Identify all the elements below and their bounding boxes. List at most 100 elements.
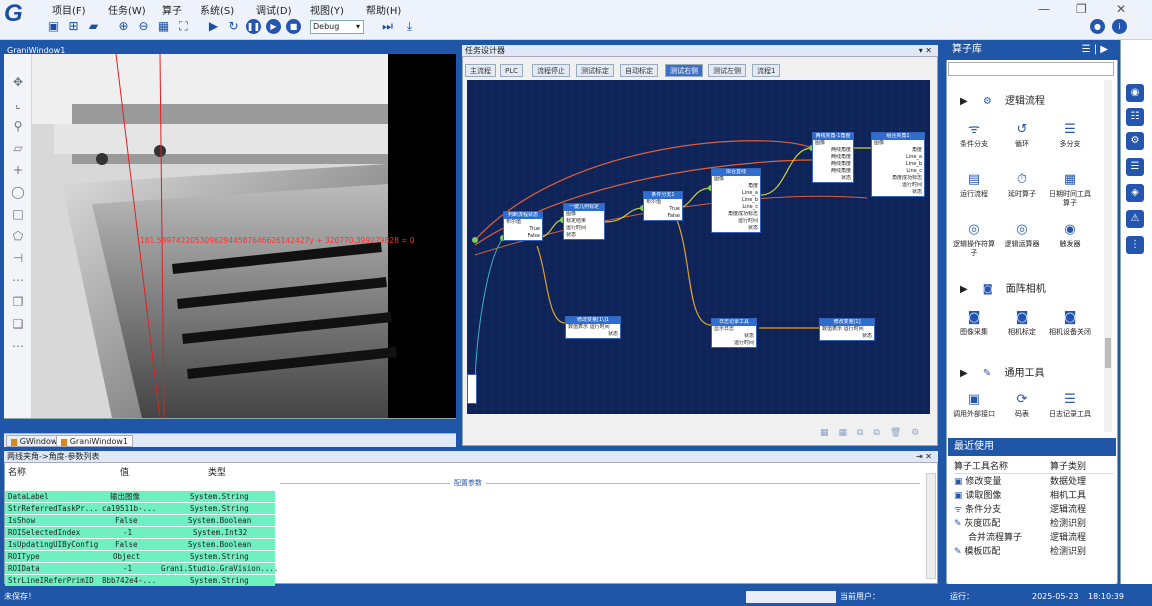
flow-node-judge-state[interactable]: 判断流程状态 布尔值 True False (503, 211, 543, 241)
download-icon[interactable]: ⤓ (402, 19, 417, 34)
flow-tab-main[interactable]: 主流程 (465, 64, 496, 77)
step-icon[interactable]: ▶ (266, 19, 281, 34)
close-icon[interactable]: ✕ (1130, 44, 1138, 55)
op-condition-branch[interactable]: ᯤ 条件分支 (952, 122, 996, 149)
param-scrollbar[interactable] (926, 473, 936, 579)
checklist-icon[interactable]: ☷ (1126, 108, 1144, 126)
warning-icon[interactable]: ⚠ (1126, 210, 1144, 228)
recent-row[interactable]: ▣ 读取图像 相机工具 (954, 489, 1114, 503)
tab-gwindow[interactable]: ▆ GWindow (6, 435, 63, 447)
close-icon[interactable]: ⇥ ✕ (916, 451, 932, 462)
flow-node-partial[interactable] (467, 374, 477, 404)
menu-help[interactable]: 帮助(H) (366, 2, 401, 17)
menu-operator[interactable]: 算子 (162, 2, 182, 17)
flow-tab-auto-calib[interactable]: 自动标定 (620, 64, 658, 77)
zoom-in-icon[interactable]: ⊕ (116, 19, 131, 34)
more-icon[interactable]: ⋯ (10, 338, 26, 354)
flow-node-modify-var-b[interactable]: 修改变量[1] 数值表示 运行时间 状态 (819, 318, 875, 341)
magnify-icon[interactable]: ⚲ (10, 118, 26, 134)
info-icon[interactable]: i (1112, 19, 1127, 34)
recent-row[interactable]: ᯤ 条件分支 逻辑流程 (954, 503, 1114, 517)
flow-tab-stop[interactable]: 流程停止 (532, 64, 570, 77)
op-multi-branch[interactable]: ☰ 多分支 (1048, 122, 1092, 149)
menu-task[interactable]: 任务(W) (108, 2, 146, 17)
recent-row[interactable]: ✎ 灰度匹配 检测识别 (954, 517, 1114, 531)
param-row[interactable]: IsUpdatingUIByConfig False System.Boolean (5, 539, 275, 550)
close-icon[interactable]: ✕ (1116, 2, 1126, 16)
menu-view[interactable]: 视图(Y) (310, 2, 344, 17)
circle-roi-icon[interactable]: ◯ (10, 184, 26, 200)
menu-project[interactable]: 项目(F) (52, 2, 86, 17)
close-icon[interactable]: ▾ ✕ (919, 45, 932, 56)
flow-tab-flow1[interactable]: 流程1 (752, 64, 781, 77)
section-general-tools[interactable]: ▶ ✎ 通用工具 (960, 364, 1044, 379)
op-trigger[interactable]: ◉ 触发器 (1048, 222, 1092, 249)
zoom-out-icon[interactable]: ⊖ (136, 19, 151, 34)
flow-tab-test-calib[interactable]: 测试标定 (576, 64, 614, 77)
settings-icon[interactable]: ⚙ (1126, 132, 1144, 150)
polygon-roi-icon[interactable]: ⬠ (10, 228, 26, 244)
debug-select[interactable]: Debug ▾ (310, 20, 364, 34)
fullscreen-icon[interactable]: ⛶ (176, 19, 191, 34)
param-row[interactable]: StrLineIReferPrimID 8bb742e4-... System.St… (5, 575, 275, 586)
flow-node-geometry-calib[interactable]: 一键几何标定 图像 标定结果 运行时间 状态 (563, 203, 605, 240)
canvas-tool-icons[interactable]: ▦▦⧉⧉🗑⚙ (820, 428, 929, 438)
flow-tab-test-right[interactable]: 测试右侧 (665, 64, 703, 77)
flow-node-fit-line[interactable]: 拟合直线 图像 角度 Line_a Line_b Line_c 角度成功标志 运… (711, 168, 761, 233)
op-camera-calib[interactable]: ◙ 相机标定 (1000, 310, 1044, 337)
layers-icon[interactable]: ◈ (1126, 184, 1144, 202)
save-icon[interactable]: ▣ (46, 19, 61, 34)
line-roi-icon[interactable]: ⊣ (10, 250, 26, 266)
tab-graniwindow1[interactable]: ▆ GraniWindow1 (56, 435, 134, 447)
rect-roi-icon[interactable]: □ (10, 206, 26, 222)
move-icon[interactable]: ✥ (10, 74, 26, 90)
minimize-icon[interactable]: — (1038, 2, 1050, 16)
flow-node-two-line-angle[interactable]: 两线夹角-1角度 图像 两线角度 两线角度 两线角度 两线角度 状态 (812, 132, 854, 183)
user-icon[interactable]: ● (1090, 19, 1105, 34)
param-row[interactable]: IsShow False System.Boolean (5, 515, 275, 526)
op-delay[interactable]: ⏱ 延时算子 (1000, 172, 1044, 199)
recent-row[interactable]: ✎ 模板匹配 检测识别 (954, 545, 1114, 559)
operator-icon[interactable]: ◉ (1126, 84, 1144, 102)
paste-icon[interactable]: ❏ (10, 316, 26, 332)
menu-system[interactable]: 系统(S) (200, 2, 234, 17)
recent-row[interactable]: 合并流程算子 逻辑流程 (954, 531, 1114, 545)
axis-icon[interactable]: ⌞ (10, 96, 26, 112)
library-scrollbar[interactable] (1104, 80, 1112, 432)
param-row[interactable]: DataLabel 输出图像 System.String (5, 491, 275, 502)
flow-node-modify-var-a[interactable]: 修改变量[1\]1 数值表示 运行时间 状态 (565, 316, 621, 339)
op-stopwatch[interactable]: ⟳ 码表 (1000, 392, 1044, 419)
image-view[interactable]: 181.58974220530962944587646626142427y + … (32, 54, 456, 418)
op-image-capture[interactable]: ◙ 图像采集 (952, 310, 996, 337)
op-camera-close[interactable]: ◙ 相机设备关闭 (1048, 310, 1092, 337)
restore-icon[interactable]: ❐ (1076, 2, 1087, 16)
flow-node-log-tool[interactable]: 日志记录工具 显示日志 状态 运行时间 (711, 318, 757, 348)
point-icon[interactable]: + (10, 162, 26, 178)
library-search-input[interactable] (948, 62, 1114, 76)
recent-row[interactable]: ▣ 修改变量 数据处理 (954, 475, 1114, 489)
ruler-icon[interactable]: ▱ (10, 140, 26, 156)
fit-icon[interactable]: ▦ (156, 19, 171, 34)
op-run-flow[interactable]: ▤ 运行流程 (952, 172, 996, 199)
copy-icon[interactable]: ❐ (10, 294, 26, 310)
flow-node-condition-branch[interactable]: 条件分支1 布尔值 True False (643, 191, 683, 221)
loop-run-icon[interactable]: ↻ (226, 19, 241, 34)
open-folder-icon[interactable]: ▰ (86, 19, 101, 34)
flow-tab-test-left[interactable]: 测试左侧 (708, 64, 746, 77)
step-into-icon[interactable]: ⏭ (380, 19, 395, 34)
op-logic-calculator[interactable]: ◎ 逻辑运算器 (1000, 222, 1044, 249)
menu-debug[interactable]: 调试(D) (256, 2, 292, 17)
menu-icon[interactable]: ☰ | ▶ (1082, 40, 1108, 60)
new-icon[interactable]: ⊞ (66, 19, 81, 34)
stop-icon[interactable]: ■ (286, 19, 301, 34)
op-datetime[interactable]: ▦ 日期时间工具算子 (1048, 172, 1092, 208)
list-icon[interactable]: ☰ (1126, 158, 1144, 176)
param-row[interactable]: ROISelectedIndex -1 System.Int32 (5, 527, 275, 538)
op-call-external[interactable]: ▣ 调用外部接口 (952, 392, 996, 419)
op-logic-operator[interactable]: ◎ 逻辑操作符算子 (952, 222, 996, 258)
flow-node-combine-angle[interactable]: 组合夹角1 图像 角度 Line_a Line_b Line_c 角度成功标志 … (871, 132, 925, 197)
op-log-tool[interactable]: ☰ 日志记录工具 (1048, 392, 1092, 419)
section-logic-flow[interactable]: ▶ ⚙ 逻辑流程 (960, 92, 1045, 107)
section-area-camera[interactable]: ▶ ◙ 面阵相机 (960, 280, 1046, 295)
run-icon[interactable]: ▶ (206, 19, 221, 34)
